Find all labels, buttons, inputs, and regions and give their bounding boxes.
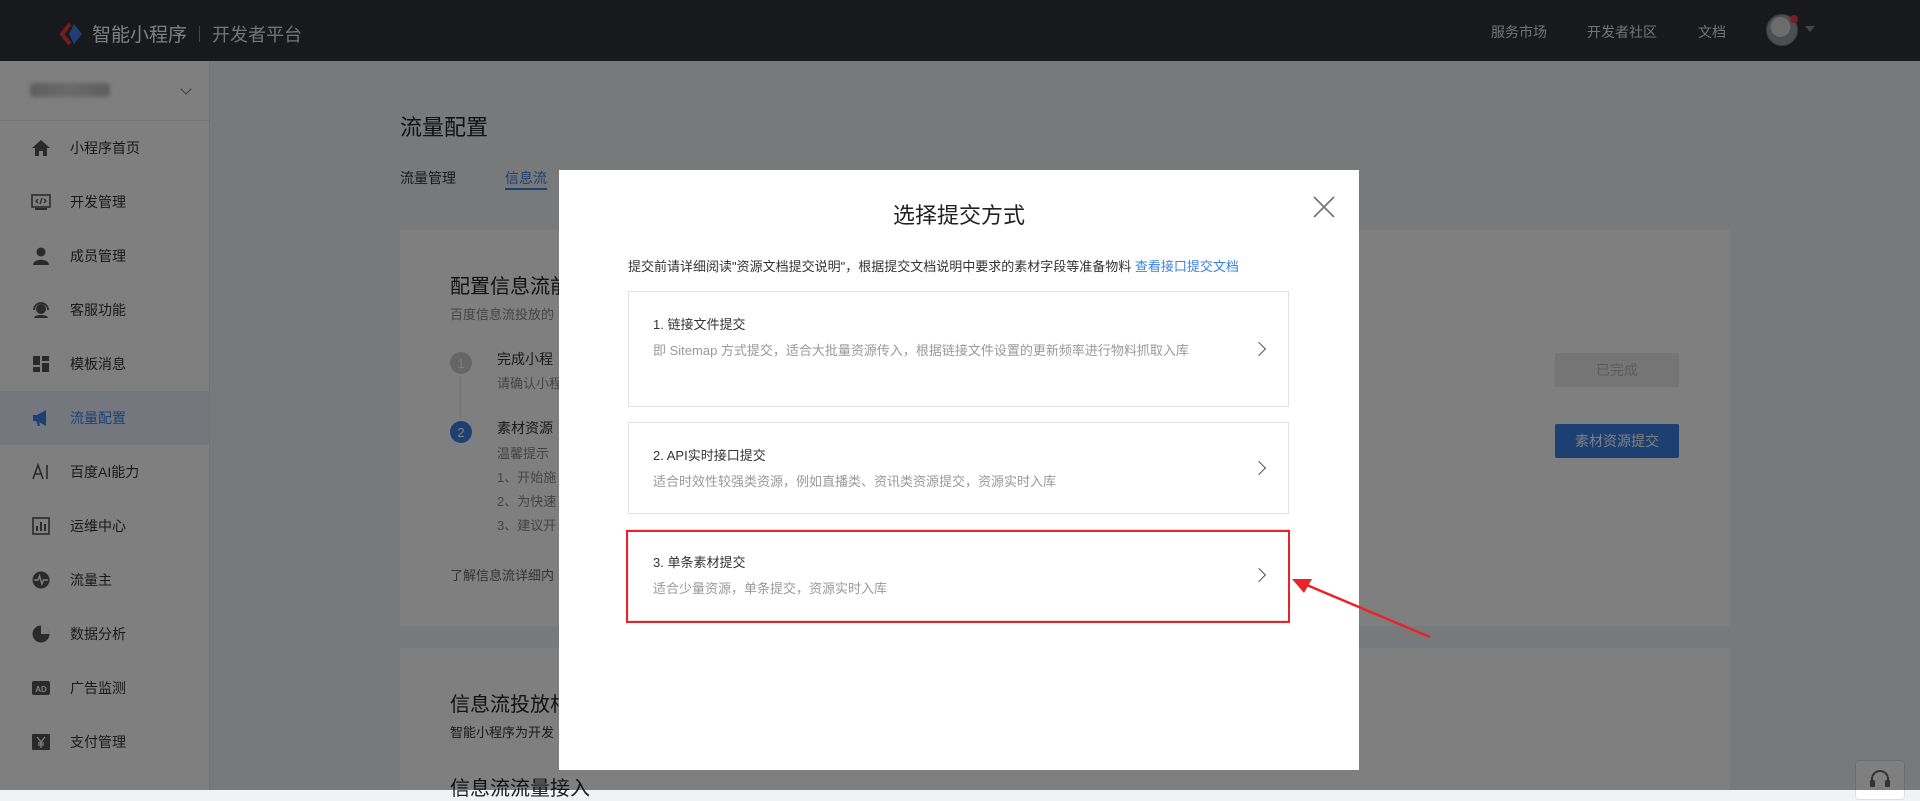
- annotation-arrow-icon: [1292, 579, 1431, 639]
- dialog-title: 选择提交方式: [892, 203, 1025, 228]
- view-api-docs-link[interactable]: 查看接口提交文档: [1135, 259, 1239, 274]
- submit-method-dialog: 选择提交方式 提交前请详细阅读"资源文档提交说明"，根据提交文档说明中要求的素材…: [559, 170, 1359, 770]
- annotation-highlight-box: [626, 530, 1290, 623]
- close-icon[interactable]: [1311, 194, 1337, 220]
- chevron-right-icon: [1251, 460, 1267, 476]
- option-api-submit[interactable]: 2. API实时接口提交 适合时效性较强类资源，例如直播类、资讯类资源提交，资源…: [628, 422, 1289, 514]
- dialog-tip-text: 提交前请详细阅读"资源文档提交说明"，根据提交文档说明中要求的素材字段等准备物料: [628, 259, 1135, 274]
- option-desc: 适合时效性较强类资源，例如直播类、资讯类资源提交，资源实时入库: [653, 474, 1057, 489]
- option-link-file-submit[interactable]: 1. 链接文件提交 即 Sitemap 方式提交，适合大批量资源传入，根据链接文…: [628, 291, 1289, 407]
- option-title: 2. API实时接口提交: [653, 448, 766, 463]
- option-desc: 即 Sitemap 方式提交，适合大批量资源传入，根据链接文件设置的更新频率进行…: [653, 343, 1189, 358]
- option-title: 1. 链接文件提交: [653, 317, 746, 332]
- dialog-tip: 提交前请详细阅读"资源文档提交说明"，根据提交文档说明中要求的素材字段等准备物料…: [628, 256, 1239, 275]
- chevron-right-icon: [1251, 341, 1267, 357]
